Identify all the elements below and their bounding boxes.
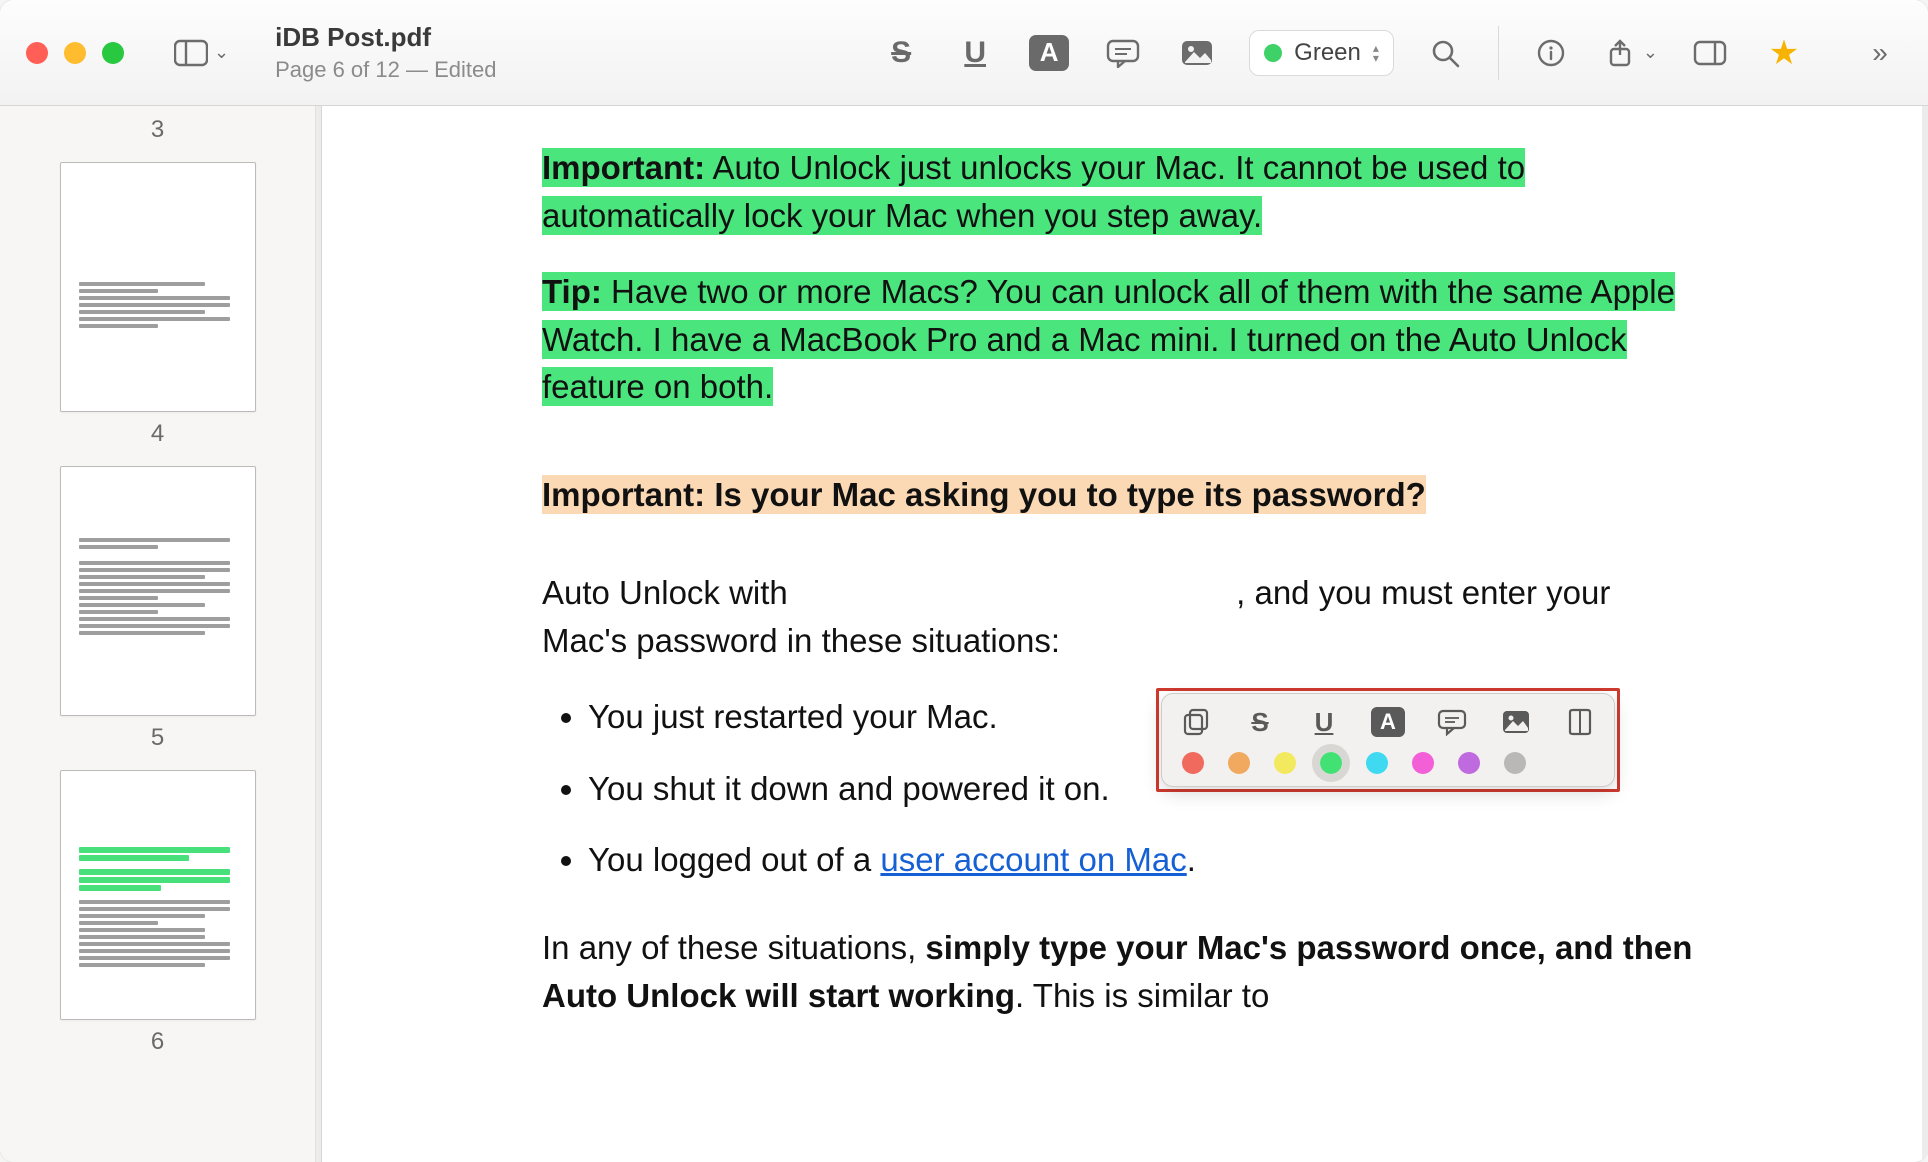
paragraph-important: Important: Auto Unlock just unlocks your… [542, 144, 1702, 240]
strikethrough-button[interactable]: S [879, 31, 923, 75]
panel-button[interactable] [1688, 31, 1732, 75]
color-row [1178, 752, 1598, 774]
stepper-icon: ▴▾ [1373, 43, 1379, 63]
chevron-right-double-icon: » [1872, 37, 1888, 69]
thumbnail-page-5[interactable] [60, 466, 256, 716]
share-button[interactable]: ⌄ [1603, 31, 1658, 75]
paragraph-body: In any of these situations, simply type … [542, 924, 1702, 1020]
highlight-color-option[interactable] [1320, 752, 1342, 774]
toolbar-divider [1498, 26, 1499, 80]
note-icon [1106, 38, 1140, 68]
share-icon [1603, 38, 1637, 68]
text: You just restarted your Mac. [588, 698, 998, 735]
text: You shut it down and powered it on. [588, 770, 1110, 807]
note-icon [1437, 708, 1467, 736]
strikethrough-button[interactable]: S [1242, 704, 1278, 740]
image-icon [1180, 38, 1214, 68]
highlight-color-option[interactable] [1228, 752, 1250, 774]
highlight-color-option[interactable] [1366, 752, 1388, 774]
content-area[interactable]: Important: Auto Unlock just unlocks your… [316, 106, 1928, 1162]
info-icon [1534, 38, 1568, 68]
thumbnail-number: 3 [151, 116, 164, 144]
thumbnail-number: 4 [151, 420, 164, 448]
search-icon [1429, 38, 1463, 68]
highlight-color-dot [1264, 44, 1282, 62]
chevron-down-icon: ⌄ [1643, 42, 1658, 63]
thumbnail-number: 5 [151, 724, 164, 752]
panel-icon [1693, 38, 1727, 68]
thumbnail-number: 6 [151, 1028, 164, 1056]
paragraph-tip: Tip: Have two or more Macs? You can unlo… [542, 268, 1702, 412]
underline-button[interactable]: U [1306, 704, 1342, 740]
text-style-button[interactable]: A [1370, 704, 1406, 740]
copy-icon [1181, 708, 1211, 736]
highlight-color-option[interactable] [1504, 752, 1526, 774]
toolbar: S U A Green ▴▾ ⌄ [879, 26, 1902, 80]
fullscreen-window-button[interactable] [102, 42, 124, 64]
text: Auto Unlock with [542, 574, 788, 611]
image-icon [1501, 708, 1531, 736]
underline-button[interactable]: U [953, 31, 997, 75]
highlight-color-option[interactable] [1458, 752, 1480, 774]
list-item: You logged out of a user account on Mac. [588, 836, 1702, 884]
image-button[interactable] [1175, 31, 1219, 75]
document-subtitle: Page 6 of 12 — Edited [275, 57, 496, 83]
text-bold: Important: [542, 149, 705, 186]
highlight-color-label: Green [1294, 39, 1361, 67]
text-bold: Tip: [542, 273, 602, 310]
info-button[interactable] [1529, 31, 1573, 75]
text: You logged out of a [588, 841, 880, 878]
thumbnail-page-4[interactable] [60, 162, 256, 412]
pdf-page: Important: Auto Unlock just unlocks your… [322, 106, 1922, 1162]
image-button[interactable] [1498, 704, 1534, 740]
markup-popup: S U A [1156, 688, 1620, 792]
text: . This is similar to [1015, 977, 1269, 1014]
highlight-color-option[interactable] [1412, 752, 1434, 774]
highlight-color-picker[interactable]: Green ▴▾ [1249, 30, 1394, 76]
thumbnail-page-6[interactable] [60, 770, 256, 1020]
text-heading: Important: Is your Mac asking you to typ… [542, 475, 1426, 514]
sidebar-toggle-button[interactable]: ⌄ [164, 31, 239, 75]
search-button[interactable] [1424, 31, 1468, 75]
minimize-window-button[interactable] [64, 42, 86, 64]
chevron-down-icon: ⌄ [214, 42, 229, 63]
document-title: iDB Post.pdf [275, 22, 496, 53]
bookmark-button[interactable] [1562, 704, 1598, 740]
traffic-lights [26, 42, 124, 64]
favorite-button[interactable]: ★ [1762, 31, 1806, 75]
copy-button[interactable] [1178, 704, 1214, 740]
text: . [1187, 841, 1196, 878]
highlight-color-option[interactable] [1182, 752, 1204, 774]
bookmark-icon [1565, 708, 1595, 736]
note-button[interactable] [1101, 31, 1145, 75]
more-button[interactable]: » [1858, 31, 1902, 75]
link-user-account[interactable]: user account on Mac [880, 841, 1186, 878]
close-window-button[interactable] [26, 42, 48, 64]
note-button[interactable] [1434, 704, 1470, 740]
text-style-button[interactable]: A [1027, 31, 1071, 75]
thumbnail-sidebar: 3 4 5 [0, 106, 316, 1162]
titlebar: ⌄ iDB Post.pdf Page 6 of 12 — Edited S U… [0, 0, 1928, 106]
title-block: iDB Post.pdf Page 6 of 12 — Edited [275, 22, 496, 83]
paragraph-heading: Important: Is your Mac asking you to typ… [542, 471, 1702, 519]
highlight-color-option[interactable] [1274, 752, 1296, 774]
text: Have two or more Macs? You can unlock al… [542, 273, 1675, 406]
text: In any of these situations, [542, 929, 925, 966]
star-icon: ★ [1769, 33, 1799, 73]
sidebar-icon [174, 39, 208, 67]
paragraph-body: Auto Unlock with , and you must enter yo… [542, 569, 1702, 665]
